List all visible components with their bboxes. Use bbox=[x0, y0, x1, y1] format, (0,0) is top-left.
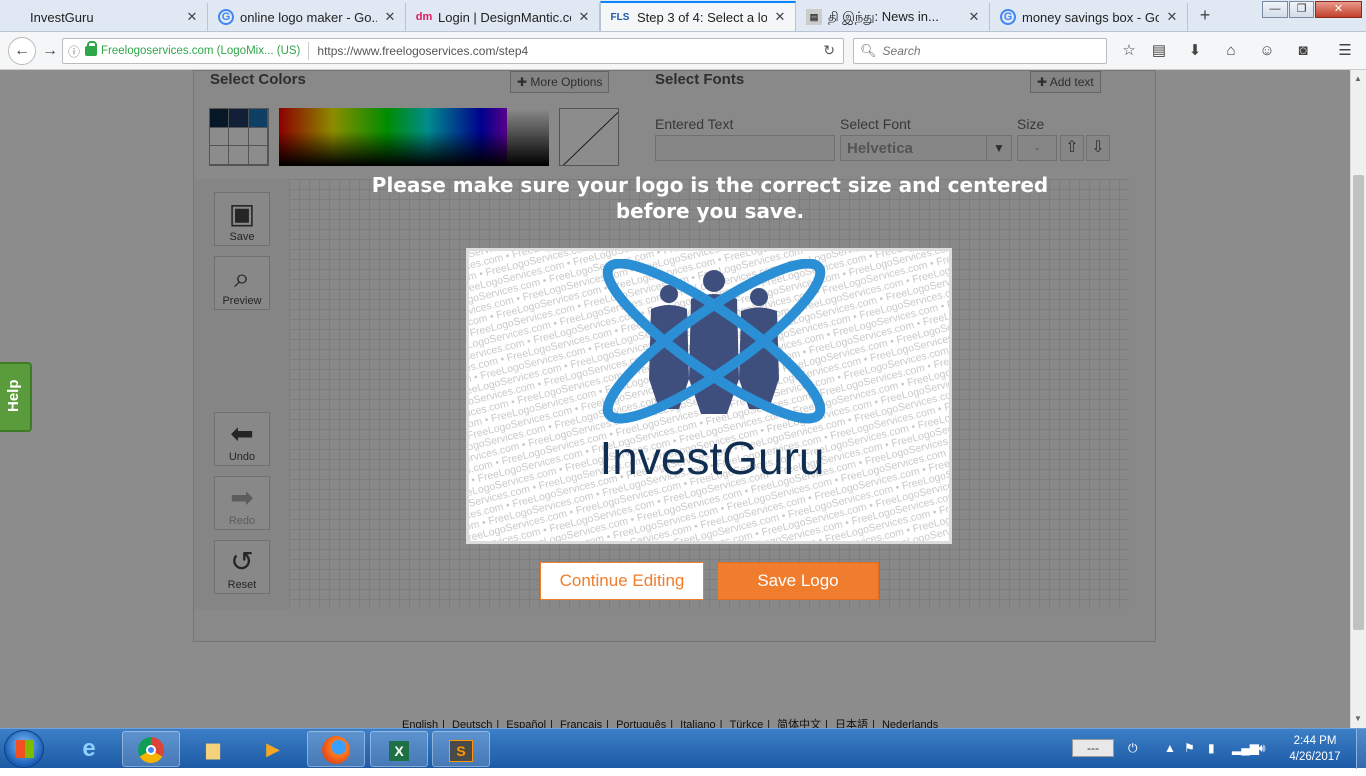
news-icon: ▤ bbox=[806, 9, 822, 25]
minimize-button[interactable]: — bbox=[1262, 1, 1288, 18]
chrome-icon[interactable] bbox=[122, 731, 180, 767]
flag-icon[interactable]: ⚑ bbox=[1184, 741, 1195, 755]
clock-date: 4/26/2017 bbox=[1289, 751, 1341, 763]
tab-hindu-news[interactable]: ▤ தி இந்து: News in... ✕ bbox=[798, 3, 990, 31]
firefox-icon[interactable] bbox=[307, 731, 365, 767]
tab-title: Step 3 of 4: Select a logo... bbox=[637, 9, 767, 25]
excel-icon[interactable]: X bbox=[370, 731, 428, 767]
close-icon[interactable]: ✕ bbox=[773, 9, 787, 25]
info-icon[interactable]: ⓘ bbox=[63, 43, 85, 60]
continue-editing-button[interactable]: Continue Editing bbox=[540, 562, 704, 600]
logo-preview: FreeLogoServices.com • FreeLogoServices.… bbox=[466, 248, 952, 544]
windows-logo-icon bbox=[16, 740, 34, 758]
designmantic-icon: dm bbox=[415, 11, 433, 23]
volume-icon[interactable]: 🔊︎ bbox=[1258, 741, 1266, 756]
logo-text: InvestGuru bbox=[599, 432, 825, 484]
show-hidden-icons[interactable]: ▲ bbox=[1164, 741, 1176, 755]
tab-strip: InvestGuru ✕ G online logo maker - Go...… bbox=[0, 0, 1366, 32]
hello-icon[interactable]: ☺ bbox=[1256, 41, 1278, 61]
url-text[interactable]: https://www.freelogoservices.com/step4 bbox=[317, 44, 528, 58]
tab-title: InvestGuru bbox=[30, 9, 94, 25]
internet-explorer-icon[interactable]: e bbox=[60, 731, 118, 767]
search-icon: 🔍︎ bbox=[860, 43, 877, 58]
vertical-scrollbar[interactable]: ▲ ▼ bbox=[1350, 70, 1366, 728]
download-icon[interactable]: ⬇ bbox=[1184, 41, 1206, 61]
search-input[interactable] bbox=[882, 44, 1083, 58]
tab-designmantic[interactable]: dm Login | DesignMantic.co... ✕ bbox=[408, 3, 600, 31]
google-icon: G bbox=[218, 9, 234, 25]
menu-icon[interactable]: ☰ bbox=[1334, 41, 1356, 61]
forward-arrow-icon[interactable]: → bbox=[38, 40, 62, 62]
scroll-thumb[interactable] bbox=[1353, 175, 1364, 630]
dialog-message: Please make sure your logo is the correc… bbox=[371, 173, 1049, 223]
close-window-button[interactable]: ✕ bbox=[1315, 1, 1362, 18]
tab-online-logo-maker[interactable]: G online logo maker - Go... ✕ bbox=[210, 3, 406, 31]
tab-title: Login | DesignMantic.co... bbox=[438, 9, 571, 25]
show-desktop-button[interactable] bbox=[1356, 729, 1366, 769]
tab-title: தி இந்து: News in... bbox=[828, 8, 939, 24]
sublime-text-icon[interactable]: S bbox=[432, 731, 490, 767]
scroll-down-icon[interactable]: ▼ bbox=[1354, 714, 1362, 723]
search-box[interactable]: 🔍︎ bbox=[853, 38, 1107, 64]
star-icon[interactable]: ☆ bbox=[1118, 41, 1140, 61]
battery-icon[interactable]: ▮ bbox=[1208, 741, 1215, 755]
address-bar[interactable]: ⓘ Freelogoservices.com (LogoMix... (US) … bbox=[62, 38, 844, 64]
clock[interactable]: 2:44 PM 4/26/2017 bbox=[1275, 733, 1355, 765]
site-identity[interactable]: Freelogoservices.com (LogoMix... (US) bbox=[101, 45, 300, 57]
tab-money-savings[interactable]: G money savings box - Go... ✕ bbox=[992, 3, 1188, 31]
tab-title: online logo maker - Go... bbox=[240, 9, 377, 25]
page-content: Select Colors ✚ More Options Select Font… bbox=[0, 70, 1350, 728]
tab-step-3[interactable]: FLS Step 3 of 4: Select a logo... ✕ bbox=[600, 1, 796, 31]
start-button[interactable] bbox=[4, 730, 44, 768]
network-icon[interactable]: ▂▄▆ bbox=[1232, 741, 1259, 755]
media-player-icon[interactable]: ▶ bbox=[244, 731, 302, 767]
navigation-toolbar: ← → ⓘ Freelogoservices.com (LogoMix... (… bbox=[0, 32, 1366, 70]
scroll-up-icon[interactable]: ▲ bbox=[1354, 74, 1362, 83]
file-explorer-icon[interactable]: ▆ bbox=[184, 731, 242, 767]
new-tab-button[interactable]: + bbox=[1196, 5, 1214, 25]
tray-indicator[interactable]: --- bbox=[1072, 739, 1114, 757]
close-icon[interactable]: ✕ bbox=[577, 9, 591, 25]
taskbar: e ▆ ▶ X S --- ⏻ ▲ ⚑ ▮ ▂▄▆ 🔊︎ 2:44 PM 4/2… bbox=[0, 728, 1366, 769]
modal-overlay: Please make sure your logo is the correc… bbox=[0, 70, 1350, 728]
tab-title: money savings box - Go... bbox=[1022, 9, 1159, 25]
maximize-button[interactable]: ❐ bbox=[1289, 1, 1314, 18]
close-icon[interactable]: ✕ bbox=[185, 9, 199, 25]
home-icon[interactable]: ⌂ bbox=[1220, 41, 1242, 61]
lock-icon bbox=[85, 41, 97, 56]
reload-icon[interactable]: ↻ bbox=[823, 42, 835, 59]
logo-mark-icon bbox=[602, 259, 826, 424]
reading-list-icon[interactable]: ▤ bbox=[1148, 41, 1170, 61]
divider bbox=[308, 42, 310, 60]
close-icon[interactable]: ✕ bbox=[967, 9, 981, 25]
fls-icon: FLS bbox=[610, 11, 630, 23]
help-label: Help bbox=[5, 379, 22, 412]
help-tab[interactable]: Help bbox=[0, 362, 32, 432]
google-icon: G bbox=[1000, 9, 1016, 25]
close-icon[interactable]: ✕ bbox=[383, 9, 397, 25]
power-icon[interactable]: ⏻ bbox=[1128, 741, 1138, 756]
close-icon[interactable]: ✕ bbox=[1165, 9, 1179, 25]
clock-time: 2:44 PM bbox=[1293, 735, 1337, 747]
back-arrow-icon[interactable]: ← bbox=[8, 37, 36, 65]
save-logo-button[interactable]: Save Logo bbox=[717, 562, 879, 600]
pocket-icon[interactable]: ◙ bbox=[1292, 41, 1314, 61]
tab-investguru[interactable]: InvestGuru ✕ bbox=[8, 3, 208, 31]
